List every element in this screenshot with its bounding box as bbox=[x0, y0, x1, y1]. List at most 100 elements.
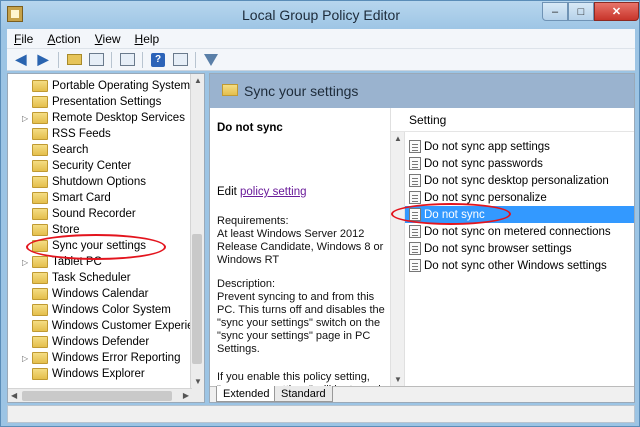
filter-button[interactable] bbox=[201, 51, 221, 69]
export-list-icon bbox=[119, 53, 135, 66]
back-arrow-icon[interactable]: ◀ bbox=[11, 51, 31, 69]
tree-item[interactable]: ▷ Windows Error Reporting bbox=[8, 350, 198, 366]
toolbar-separator bbox=[142, 51, 143, 68]
description-text: Prevent syncing to and from this PC. Thi… bbox=[217, 291, 385, 355]
properties-button[interactable] bbox=[170, 51, 190, 69]
folder-icon bbox=[32, 208, 48, 220]
folder-icon bbox=[32, 352, 48, 364]
details-pane: Sync your settings Do not sync Edit poli… bbox=[209, 73, 635, 403]
tree-item[interactable]: RSS Feeds bbox=[8, 126, 198, 142]
tree-scroll-thumb[interactable] bbox=[192, 234, 202, 364]
expand-arrow-icon[interactable]: ▷ bbox=[22, 354, 32, 363]
tree-horizontal-scrollbar[interactable]: ◀ ▶ bbox=[8, 388, 192, 402]
policy-setting-icon bbox=[409, 259, 421, 272]
requirements-label: Requirements: bbox=[217, 215, 289, 227]
folder-icon bbox=[32, 192, 48, 204]
menu-action[interactable]: Action bbox=[40, 32, 87, 46]
policy-setting-icon bbox=[409, 208, 421, 221]
tab-standard[interactable]: Standard bbox=[274, 386, 333, 402]
scroll-left-icon[interactable]: ◀ bbox=[11, 391, 17, 400]
folder-icon bbox=[222, 84, 238, 96]
menu-bar: File Action View Help bbox=[7, 29, 635, 49]
tree-item-sync-your-settings[interactable]: Sync your settings bbox=[8, 238, 198, 254]
edit-policy-setting-link[interactable]: policy setting bbox=[240, 186, 306, 198]
setting-row[interactable]: Do not sync desktop personalization bbox=[405, 172, 634, 189]
tree-item[interactable]: Windows Explorer bbox=[8, 366, 198, 382]
scroll-down-icon[interactable]: ▼ bbox=[394, 375, 402, 384]
help-button[interactable]: ? bbox=[148, 51, 168, 69]
policy-setting-icon bbox=[409, 157, 421, 170]
menu-file[interactable]: File bbox=[7, 32, 40, 46]
tree-item[interactable]: Portable Operating System bbox=[8, 78, 198, 94]
policy-setting-icon bbox=[409, 242, 421, 255]
setting-row[interactable]: Do not sync passwords bbox=[405, 155, 634, 172]
folder-icon bbox=[32, 272, 48, 284]
setting-row[interactable]: Do not sync other Windows settings bbox=[405, 257, 634, 274]
folder-icon bbox=[32, 368, 48, 380]
setting-row[interactable]: Do not sync browser settings bbox=[405, 240, 634, 257]
scroll-up-icon[interactable]: ▲ bbox=[194, 76, 202, 85]
tree-item[interactable]: ▷ Remote Desktop Services bbox=[8, 110, 198, 126]
policy-setting-icon bbox=[409, 191, 421, 204]
menu-help[interactable]: Help bbox=[128, 32, 167, 46]
export-list-button[interactable] bbox=[117, 51, 137, 69]
tree-item[interactable]: Security Center bbox=[8, 158, 198, 174]
tree-item[interactable]: Sound Recorder bbox=[8, 206, 198, 222]
tab-extended[interactable]: Extended bbox=[216, 386, 277, 402]
tree-item[interactable]: Shutdown Options bbox=[8, 174, 198, 190]
expand-arrow-icon[interactable]: ▷ bbox=[22, 114, 32, 123]
tree-item[interactable]: Smart Card bbox=[8, 190, 198, 206]
menu-view[interactable]: View bbox=[88, 32, 128, 46]
setting-row-selected[interactable]: Do not sync bbox=[405, 206, 634, 223]
scroll-down-icon[interactable]: ▼ bbox=[194, 377, 202, 386]
tree-item[interactable]: Windows Color System bbox=[8, 302, 198, 318]
folder-icon bbox=[32, 176, 48, 188]
folder-icon bbox=[32, 336, 48, 348]
filter-icon bbox=[204, 53, 218, 66]
minimize-button[interactable]: – bbox=[542, 2, 568, 21]
details-header: Sync your settings bbox=[210, 74, 634, 108]
forward-arrow-icon[interactable]: ▶ bbox=[33, 51, 53, 69]
settings-list: Setting ▲ ▼ Do not sync app settings Do … bbox=[390, 108, 634, 386]
tree-item[interactable]: ▷ Tablet PC bbox=[8, 254, 198, 270]
view-tabs: Extended Standard bbox=[210, 386, 634, 402]
list-scrollbar[interactable]: ▲ ▼ bbox=[391, 132, 405, 386]
policy-setting-icon bbox=[409, 140, 421, 153]
maximize-button[interactable]: □ bbox=[568, 2, 594, 21]
expand-arrow-icon[interactable]: ▷ bbox=[22, 258, 32, 267]
tree-item[interactable]: Windows Defender bbox=[8, 334, 198, 350]
folder-icon bbox=[32, 304, 48, 316]
tree-item[interactable]: Windows Calendar bbox=[8, 286, 198, 302]
tree-item[interactable]: Presentation Settings bbox=[8, 94, 198, 110]
folder-icon bbox=[32, 144, 48, 156]
scroll-up-icon[interactable]: ▲ bbox=[394, 134, 402, 143]
up-folder-icon bbox=[66, 54, 82, 65]
status-bar bbox=[7, 405, 635, 423]
tree-item[interactable]: Store bbox=[8, 222, 198, 238]
toolbar: ◀ ▶ ? bbox=[7, 49, 635, 71]
setting-row[interactable]: Do not sync on metered connections bbox=[405, 223, 634, 240]
tree-vertical-scrollbar[interactable]: ▲ ▼ bbox=[190, 74, 204, 402]
description-label: Description: bbox=[217, 278, 276, 290]
tree-item[interactable]: Task Scheduler bbox=[8, 270, 198, 286]
console-tree: Portable Operating System Presentation S… bbox=[7, 73, 205, 403]
tree-item[interactable]: Search bbox=[8, 142, 198, 158]
show-hide-tree-button[interactable] bbox=[86, 51, 106, 69]
app-window: Local Group Policy Editor – □ ✕ File Act… bbox=[0, 0, 640, 427]
close-button[interactable]: ✕ bbox=[594, 2, 639, 21]
up-folder-button[interactable] bbox=[64, 51, 84, 69]
setting-row[interactable]: Do not sync personalize bbox=[405, 189, 634, 206]
selected-setting-title: Do not sync bbox=[217, 122, 283, 134]
console-tree-icon bbox=[88, 53, 104, 66]
toolbar-separator bbox=[195, 51, 196, 68]
properties-icon bbox=[172, 53, 188, 66]
setting-row[interactable]: Do not sync app settings bbox=[405, 138, 634, 155]
tree-item[interactable]: Windows Customer Experien bbox=[8, 318, 198, 334]
tree-hscroll-thumb[interactable] bbox=[22, 391, 172, 401]
folder-icon bbox=[32, 240, 48, 252]
folder-icon bbox=[31, 320, 48, 332]
folder-icon bbox=[32, 96, 48, 108]
folder-icon bbox=[32, 160, 48, 172]
setting-column-header[interactable]: Setting bbox=[391, 108, 634, 132]
scroll-right-icon[interactable]: ▶ bbox=[183, 391, 189, 400]
